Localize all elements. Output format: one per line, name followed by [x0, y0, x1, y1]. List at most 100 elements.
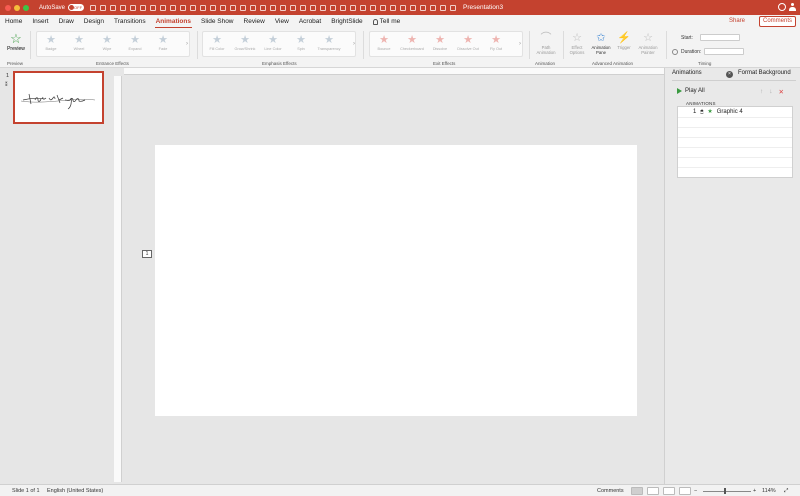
tab-home[interactable]: Home	[0, 15, 27, 29]
effect-checkerboard[interactable]: ★ Checkerboard	[398, 32, 426, 56]
slide-canvas[interactable]	[155, 145, 637, 416]
effect-line-color[interactable]: ★ Line Color	[259, 32, 287, 56]
close-icon[interactable]: ×	[726, 71, 733, 78]
fit-to-window-icon[interactable]: ⤢	[784, 488, 788, 495]
tab-acrobat[interactable]: Acrobat	[294, 15, 326, 29]
comments-status-button[interactable]: Comments	[597, 488, 624, 494]
qat-icon[interactable]	[330, 4, 337, 11]
qat-icon[interactable]	[160, 4, 167, 11]
effect-bounce[interactable]: ★ Bounce	[370, 32, 398, 56]
tab-animations[interactable]: Animations	[151, 15, 196, 29]
effect-transparency[interactable]: ★ Transparency	[315, 32, 343, 56]
effect-grow-shrink[interactable]: ★ Grow/Shrink	[231, 32, 259, 56]
slide-thumbnail[interactable]	[13, 71, 104, 124]
qat-icon[interactable]	[230, 4, 237, 11]
tab-insert[interactable]: Insert	[27, 15, 53, 29]
effect-wipe[interactable]: ★ Wipe	[93, 32, 121, 56]
slide-show-button[interactable]	[679, 487, 691, 495]
reading-view-button[interactable]	[663, 487, 675, 495]
qat-icon[interactable]	[270, 4, 277, 11]
effect-wheel[interactable]: ★ Wheel	[65, 32, 93, 56]
qat-icon[interactable]	[260, 4, 267, 11]
effect-badge[interactable]: ★ Badge	[37, 32, 65, 56]
qat-icon[interactable]	[320, 4, 327, 11]
qat-icon[interactable]	[400, 4, 407, 11]
animation-order-tag[interactable]: 1	[142, 250, 152, 258]
preview-button[interactable]: ☆ Preview	[5, 32, 27, 56]
play-all-button[interactable]: Play All	[677, 88, 705, 94]
gallery-more-arrow[interactable]: ›	[186, 41, 188, 47]
account-icon[interactable]	[789, 3, 796, 11]
comments-button[interactable]: Comments	[758, 16, 796, 27]
animation-pane-button[interactable]: ✩ Animation Pane	[589, 31, 613, 55]
qat-icon[interactable]	[180, 4, 187, 11]
undo-icon[interactable]	[110, 4, 117, 11]
gallery-more-arrow[interactable]: ›	[353, 41, 355, 47]
qat-icon[interactable]	[310, 4, 317, 11]
qat-icon[interactable]	[390, 4, 397, 11]
zoom-slider[interactable]	[703, 491, 751, 492]
tab-slide-show[interactable]: Slide Show	[196, 15, 239, 29]
zoom-level[interactable]: 114%	[762, 488, 776, 494]
qat-icon[interactable]	[280, 4, 287, 11]
qat-icon[interactable]	[200, 4, 207, 11]
qat-icon[interactable]	[410, 4, 417, 11]
effect-dissolve[interactable]: ★ Dissolve	[426, 32, 454, 56]
duration-field[interactable]	[704, 48, 745, 55]
normal-view-button[interactable]	[631, 487, 643, 495]
qat-icon[interactable]	[450, 4, 457, 11]
qat-icon[interactable]	[420, 4, 427, 11]
tab-animations-pane[interactable]: Animations	[672, 70, 702, 76]
tab-design[interactable]: Design	[79, 15, 109, 29]
share-button[interactable]: Share	[726, 16, 748, 27]
qat-icon[interactable]	[380, 4, 387, 11]
qat-icon[interactable]	[130, 4, 137, 11]
zoom-slider-handle[interactable]	[724, 488, 726, 494]
qat-icon[interactable]	[210, 4, 217, 11]
gallery-more-arrow[interactable]: ›	[519, 41, 521, 47]
autosave-toggle[interactable]: OFF	[68, 4, 85, 11]
zoom-out-icon[interactable]: −	[694, 488, 697, 494]
qat-icon[interactable]	[360, 4, 367, 11]
start-dropdown[interactable]	[700, 34, 740, 41]
effect-fly-out[interactable]: ★ Fly Out	[482, 32, 510, 56]
language-indicator[interactable]: English (United States)	[47, 488, 103, 494]
qat-icon[interactable]	[170, 4, 177, 11]
trigger-button[interactable]: ⚡ Trigger	[614, 31, 634, 50]
animation-list-item[interactable]: 1 🖱 ★ Graphic 4	[679, 107, 791, 116]
delete-icon[interactable]: ✕	[779, 88, 784, 96]
qat-icon[interactable]	[150, 4, 157, 11]
slide-sorter-button[interactable]	[647, 487, 659, 495]
qat-icon[interactable]	[430, 4, 437, 11]
search-icon[interactable]	[778, 3, 786, 11]
close-window-button[interactable]	[5, 4, 11, 11]
tab-brightslide[interactable]: BrightSlide	[326, 15, 367, 29]
qat-icon[interactable]	[250, 4, 257, 11]
autosave-control[interactable]: AutoSave OFF	[39, 4, 85, 11]
tab-format-background[interactable]: Format Background	[738, 70, 791, 76]
effect-dissolve-out[interactable]: ★ Dissolve Out	[454, 32, 482, 56]
home-icon[interactable]	[90, 4, 97, 11]
qat-icon[interactable]	[190, 4, 197, 11]
minimize-window-button[interactable]	[14, 4, 20, 11]
tab-draw[interactable]: Draw	[54, 15, 79, 29]
save-icon[interactable]	[100, 4, 107, 11]
qat-icon[interactable]	[300, 4, 307, 11]
effect-expand[interactable]: ★ Expand	[121, 32, 149, 56]
tell-me-search[interactable]: Tell me	[368, 15, 406, 29]
qat-icon[interactable]	[240, 4, 247, 11]
redo-icon[interactable]	[120, 4, 127, 11]
qat-icon[interactable]	[440, 4, 447, 11]
effect-options-button[interactable]: ☆ Effect Options	[566, 31, 588, 55]
tab-view[interactable]: View	[270, 15, 294, 29]
animation-painter-button[interactable]: ☆ Animation Painter	[635, 31, 661, 55]
effect-fill-color[interactable]: ★ Fill Color	[203, 32, 231, 56]
path-animation-button[interactable]: ⌒ Path Animation	[533, 31, 559, 55]
effect-spin[interactable]: ★ Spin	[287, 32, 315, 56]
qat-icon[interactable]	[370, 4, 377, 11]
qat-icon[interactable]	[350, 4, 357, 11]
tab-review[interactable]: Review	[239, 15, 270, 29]
effect-fade[interactable]: ★ Fade	[149, 32, 177, 56]
move-up-icon[interactable]: ↑	[760, 88, 763, 96]
zoom-in-icon[interactable]: +	[753, 488, 756, 494]
